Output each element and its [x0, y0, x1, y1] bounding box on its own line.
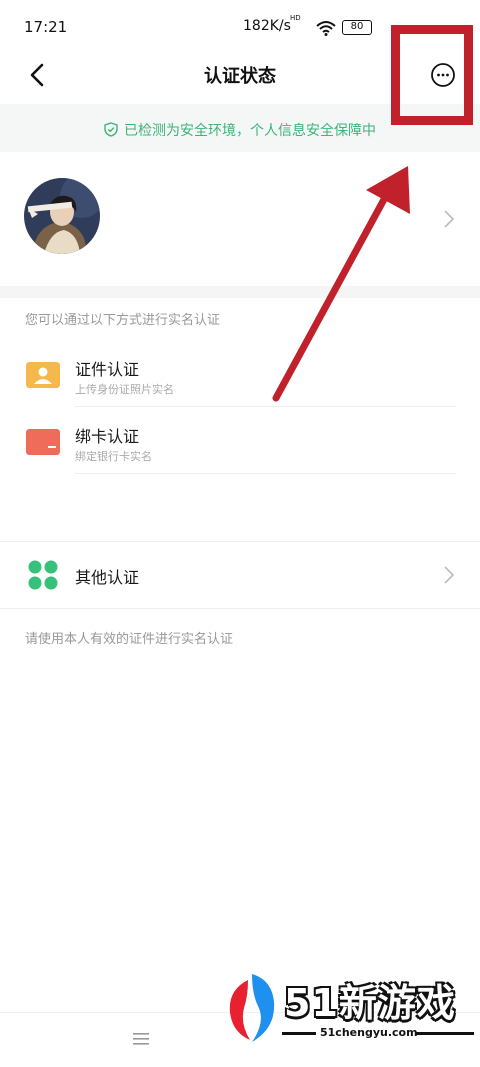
id-card-icon — [26, 362, 60, 388]
id-verification-item[interactable]: 证件认证 上传身份证照片实名 — [0, 340, 480, 406]
verification-hint: 您可以通过以下方式进行实名认证 — [25, 313, 221, 328]
annotation-highlight-box — [391, 25, 473, 125]
bank-card-verification-item[interactable]: 绑卡认证 绑定银行卡实名 — [0, 407, 480, 473]
divider — [0, 608, 480, 609]
wifi-icon — [316, 21, 336, 36]
battery-icon: 80 — [342, 20, 372, 35]
section-divider — [0, 286, 480, 298]
watermark-title: 51新游戏 — [284, 981, 456, 1025]
shield-check-icon — [104, 122, 118, 137]
profile-card[interactable] — [0, 152, 480, 286]
method-subtitle: 上传身份证照片实名 — [75, 383, 174, 396]
watermark-logo: 51新游戏 51chengyu.com — [220, 968, 476, 1048]
watermark-emblem-icon — [229, 974, 275, 1042]
chevron-right-icon — [444, 210, 455, 228]
other-verification-label: 其他认证 — [75, 568, 140, 587]
method-title: 证件认证 — [75, 360, 140, 379]
bank-card-icon — [26, 429, 60, 455]
chevron-right-icon — [444, 566, 455, 584]
avatar — [24, 178, 100, 254]
method-subtitle: 绑定银行卡实名 — [75, 450, 152, 463]
grid-dots-icon — [28, 560, 58, 590]
security-banner-text: 已检测为安全环境，个人信息安全保障中 — [124, 123, 376, 139]
menu-icon[interactable] — [132, 1031, 150, 1047]
divider — [75, 473, 456, 474]
network-badge: HD — [290, 14, 301, 22]
network-speed: 182K/s — [243, 18, 291, 34]
status-time: 17:21 — [24, 18, 68, 36]
footer-hint: 请使用本人有效的证件进行实名认证 — [25, 632, 234, 647]
watermark-url: 51chengyu.com — [320, 1026, 418, 1039]
other-verification-item[interactable]: 其他认证 — [0, 542, 480, 608]
method-title: 绑卡认证 — [75, 427, 140, 446]
